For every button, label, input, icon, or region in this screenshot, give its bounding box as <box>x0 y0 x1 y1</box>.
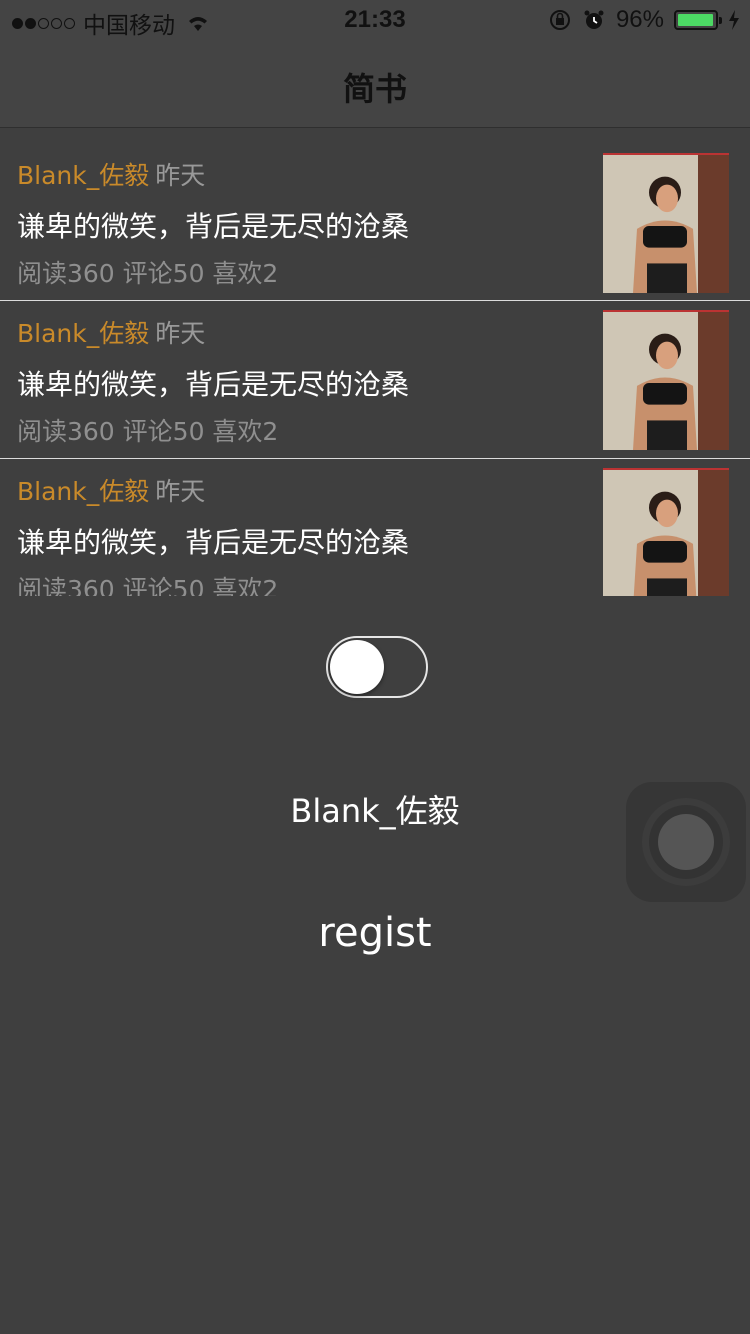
article-author: Blank_佐毅 <box>17 319 150 348</box>
article-author: Blank_佐毅 <box>17 477 150 506</box>
article-author: Blank_佐毅 <box>17 161 150 190</box>
article-time: 昨天 <box>155 319 206 348</box>
assistive-touch-icon <box>658 814 714 870</box>
article-thumbnail <box>603 310 729 450</box>
charging-icon <box>729 10 739 30</box>
article-time: 昨天 <box>155 477 206 506</box>
toggle-switch[interactable] <box>326 636 428 698</box>
article-title: 谦卑的微笑，背后是无尽的沧桑 <box>17 210 410 243</box>
status-bar: 中国移动 21:33 96% <box>0 0 750 40</box>
article-row[interactable]: Blank_佐毅 昨天 谦卑的微笑，背后是无尽的沧桑 阅读360 评论50 喜欢2 <box>0 129 750 301</box>
alarm-icon <box>584 10 604 29</box>
battery-percent: 96% <box>615 6 664 33</box>
article-row[interactable]: Blank_佐毅 昨天 谦卑的微笑，背后是无尽的沧桑 阅读360 评论50 喜欢2 <box>0 459 750 596</box>
article-thumbnail <box>603 468 729 596</box>
article-title: 谦卑的微笑，背后是无尽的沧桑 <box>17 368 410 401</box>
article-stats: 阅读360 评论50 喜欢2 <box>17 575 279 596</box>
assistive-touch-button[interactable] <box>626 782 746 902</box>
toggle-knob <box>330 640 384 694</box>
article-row[interactable]: Blank_佐毅 昨天 谦卑的微笑，背后是无尽的沧桑 阅读360 评论50 喜欢2 <box>0 301 750 459</box>
article-thumbnail <box>603 153 729 293</box>
orientation-lock-icon <box>549 10 570 30</box>
page-title: 简书 <box>342 70 407 108</box>
article-time: 昨天 <box>155 161 206 190</box>
article-title: 谦卑的微笑，背后是无尽的沧桑 <box>17 526 410 559</box>
battery-icon <box>674 10 722 30</box>
article-list[interactable]: Blank_佐毅 昨天 谦卑的微笑，背后是无尽的沧桑 阅读360 评论50 喜欢2… <box>0 129 750 596</box>
article-stats: 阅读360 评论50 喜欢2 <box>17 417 279 446</box>
navigation-bar: 简书 <box>0 40 750 128</box>
regist-button[interactable]: regist <box>275 910 475 956</box>
article-stats: 阅读360 评论50 喜欢2 <box>17 259 279 288</box>
